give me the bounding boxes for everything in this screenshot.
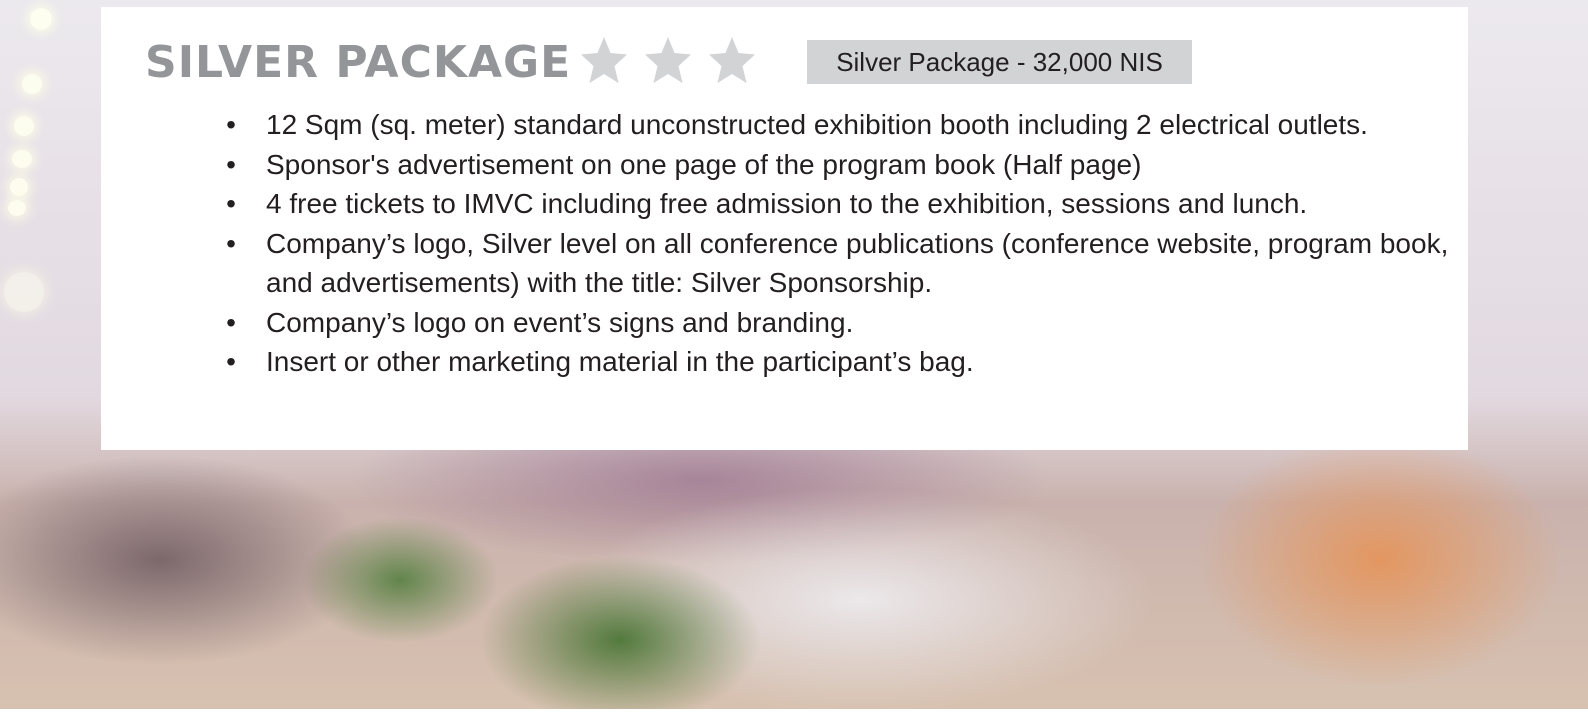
feature-item: • Sponsor's advertisement on one page of… (221, 145, 1451, 185)
feature-text: Insert or other marketing material in th… (266, 346, 974, 377)
rating-stars (579, 35, 757, 87)
bullet-icon: • (226, 109, 236, 140)
feature-item: • Company’s logo, Silver level on all co… (221, 224, 1451, 303)
bullet-icon: • (226, 148, 236, 180)
background-light (8, 200, 26, 216)
feature-item: • 4 free tickets to IMVC including free … (221, 184, 1451, 224)
package-info-panel: SILVER PACKAGE Silver Package - 32,000 N… (101, 7, 1468, 450)
star-icon (707, 35, 757, 87)
package-title: SILVER PACKAGE (145, 37, 572, 88)
background-light (14, 116, 34, 136)
bullet-icon: • (226, 306, 236, 338)
feature-text: 12 Sqm (sq. meter) standard unconstructe… (266, 109, 1368, 140)
star-icon (579, 35, 629, 87)
bullet-icon: • (226, 188, 236, 219)
feature-item: • Insert or other marketing material in … (221, 342, 1451, 382)
bottom-border (0, 709, 1588, 719)
star-icon (643, 35, 693, 87)
price-badge: Silver Package - 32,000 NIS (807, 40, 1192, 84)
background-light (30, 8, 52, 30)
feature-list: • 12 Sqm (sq. meter) standard unconstruc… (221, 105, 1451, 382)
background-light (12, 150, 32, 168)
feature-item: • 12 Sqm (sq. meter) standard unconstruc… (221, 105, 1451, 145)
feature-item: • Company’s logo on event’s signs and br… (221, 303, 1451, 343)
background-light (4, 272, 44, 312)
feature-text: Sponsor's advertisement on one page of t… (266, 148, 1142, 180)
feature-text: Company’s logo, Silver level on all conf… (266, 227, 1449, 299)
background-light (22, 74, 42, 94)
feature-text: Company’s logo on event’s signs and bran… (266, 306, 854, 338)
feature-text: 4 free tickets to IMVC including free ad… (266, 188, 1308, 219)
bullet-icon: • (226, 346, 236, 377)
bullet-icon: • (226, 227, 236, 259)
background-light (10, 178, 28, 196)
